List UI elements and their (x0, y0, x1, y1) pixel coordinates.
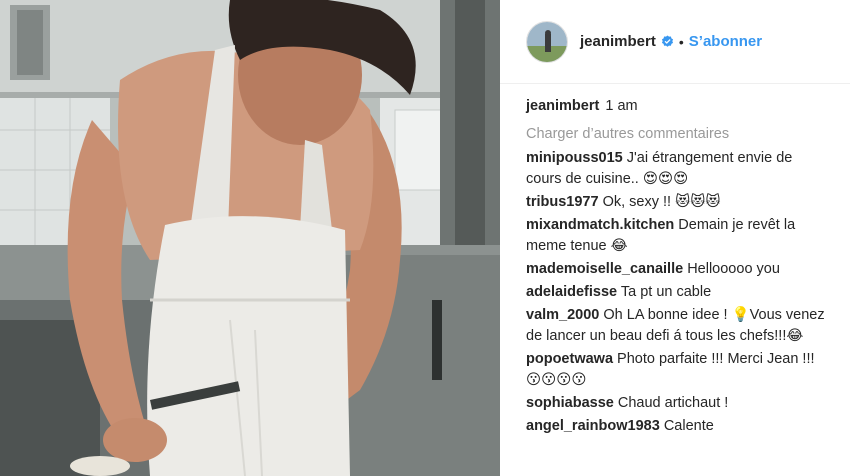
comment-item: mademoiselle_canaille Hellooooo you (526, 259, 826, 280)
comment-username[interactable]: mixandmatch.kitchen (526, 217, 674, 233)
follow-button[interactable]: S’abonner (689, 33, 762, 50)
verified-badge-icon (661, 35, 673, 47)
separator-dot: • (678, 33, 684, 50)
comment-username[interactable]: sophiabasse (526, 395, 614, 411)
post-photo[interactable] (0, 0, 500, 476)
avatar-image (527, 21, 567, 62)
comment-username[interactable]: popoetwawa (526, 351, 613, 367)
comment-text: Ok, sexy !! 😻😻😻 (602, 194, 721, 210)
comment-item: valm_2000 Oh LA bonne idee ! 💡Vous venez… (526, 305, 826, 347)
post-panel: jeanimbert • S’abonner jeanimbert 1 am C… (500, 0, 850, 476)
comment-item: angel_rainbow1983 Calente (526, 416, 826, 437)
comment-text: Calente (663, 418, 714, 434)
caption: jeanimbert 1 am (526, 94, 826, 118)
comment-item: popoetwawa Photo parfaite !!! Merci Jean… (526, 349, 826, 391)
comment-text: Hellooooo you (687, 261, 780, 277)
comment-item: minipouss015 J'ai étrangement envie de c… (526, 148, 826, 190)
caption-timestamp: 1 am (605, 98, 638, 114)
header-username[interactable]: jeanimbert (580, 33, 656, 50)
comment-username[interactable]: valm_2000 (526, 307, 599, 323)
comment-item: adelaidefisse Ta pt un cable (526, 282, 826, 303)
comment-item: sophiabasse Chaud artichaut ! (526, 393, 826, 414)
comment-text: Ta pt un cable (620, 284, 712, 300)
post-header: jeanimbert • S’abonner (500, 0, 850, 84)
chef-in-apron-photo (0, 0, 500, 476)
comment-username[interactable]: minipouss015 (526, 150, 623, 166)
load-more-comments-link[interactable]: Charger d’autres commentaires (526, 122, 826, 146)
comments-list: jeanimbert 1 am Charger d’autres comment… (526, 94, 826, 437)
comment-username[interactable]: tribus1977 (526, 194, 599, 210)
comment-username[interactable]: mademoiselle_canaille (526, 261, 683, 277)
comment-text: Chaud artichaut ! (617, 395, 729, 411)
avatar[interactable] (526, 20, 568, 63)
comment-item: mixandmatch.kitchen Demain je revêt la m… (526, 215, 826, 257)
comment-item: tribus1977 Ok, sexy !! 😻😻😻 (526, 192, 826, 213)
caption-username[interactable]: jeanimbert (526, 98, 599, 114)
comment-username[interactable]: angel_rainbow1983 (526, 418, 660, 434)
comment-username[interactable]: adelaidefisse (526, 284, 617, 300)
